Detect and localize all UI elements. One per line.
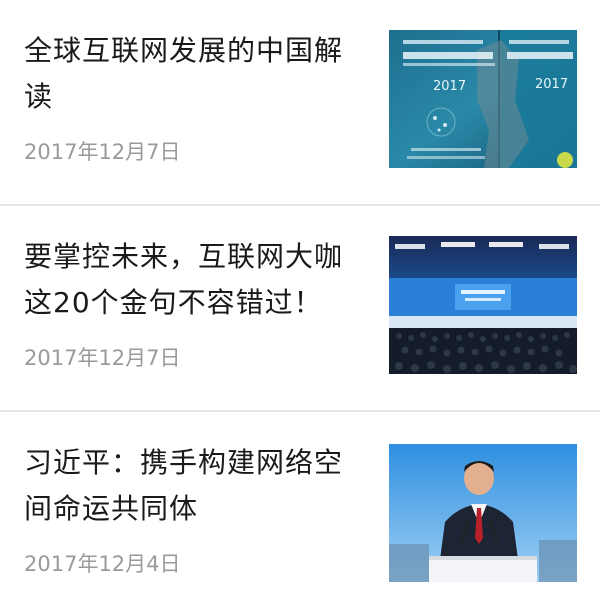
article-item[interactable]: 习近平：携手构建网络空间命运共同体 2017年12月4日 bbox=[0, 412, 600, 616]
article-thumbnail-report-cover[interactable]: 2017 2017 bbox=[389, 30, 577, 168]
article-item[interactable]: 全球互联网发展的中国解读 2017年12月7日 2017 2017 bbox=[0, 0, 600, 204]
article-feed: 全球互联网发展的中国解读 2017年12月7日 2017 2017 要掌控未来，… bbox=[0, 0, 600, 614]
article-date: 2017年12月4日 bbox=[24, 552, 181, 576]
article-title[interactable]: 全球互联网发展的中国解读 bbox=[24, 28, 364, 120]
article-item[interactable]: 要掌控未来，互联网大咖这20个金句不容错过！ 2017年12月7日 bbox=[0, 206, 600, 410]
article-thumbnail-speaker-at-podium[interactable] bbox=[389, 444, 577, 582]
article-thumbnail-conference-hall[interactable] bbox=[389, 236, 577, 374]
cover-year-text: 2017 bbox=[433, 79, 466, 94]
article-title[interactable]: 要掌控未来，互联网大咖这20个金句不容错过！ bbox=[24, 234, 364, 326]
cover-year-text: 2017 bbox=[535, 77, 568, 92]
article-title[interactable]: 习近平：携手构建网络空间命运共同体 bbox=[24, 440, 364, 532]
article-date: 2017年12月7日 bbox=[24, 346, 181, 370]
article-date: 2017年12月7日 bbox=[24, 140, 181, 164]
